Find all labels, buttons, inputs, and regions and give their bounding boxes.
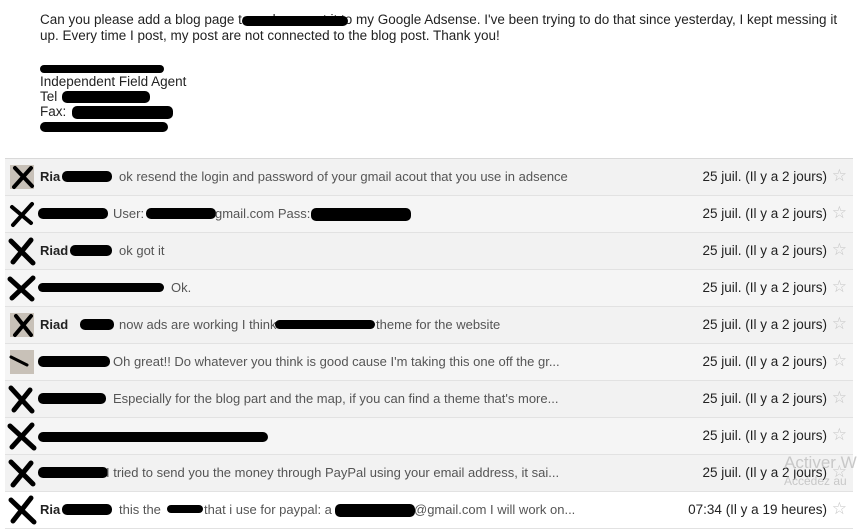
redaction: [242, 16, 348, 26]
message-snippet-2: theme for the website: [376, 317, 501, 332]
thread-row[interactable]: Ok. 25 juil. (Il y a 2 jours) ☆: [5, 270, 853, 307]
email-body: Can you please add a blog page to and co…: [40, 12, 840, 134]
avatar: [8, 459, 36, 488]
redaction: [70, 245, 112, 256]
star-icon[interactable]: ☆: [832, 241, 847, 258]
redaction: [38, 467, 108, 478]
conversation-thread: Ria ok resend the login and password of …: [5, 158, 853, 529]
message-date: 25 juil. (Il y a 2 jours): [702, 391, 827, 406]
redaction: [38, 283, 164, 292]
watermark-line-1: Activer W: [784, 453, 857, 472]
message-snippet-2: that i use for paypal: a: [204, 502, 332, 517]
message-snippet: I tried to send you the money through Pa…: [106, 465, 560, 480]
windows-activation-watermark: Activer W Accédez au: [784, 454, 857, 490]
redaction: [275, 320, 375, 329]
message-snippet: ok got it: [119, 243, 165, 258]
message-date: 07:34 (Il y a 19 heures): [688, 502, 827, 517]
avatar: [7, 275, 36, 302]
thread-row[interactable]: Especially for the blog part and the map…: [5, 381, 853, 418]
redaction: [146, 208, 216, 219]
message-snippet: now ads are working I think: [119, 317, 277, 332]
redaction: [335, 504, 415, 517]
thread-row[interactable]: Ria ok resend the login and password of …: [5, 159, 853, 196]
message-snippet: Especially for the blog part and the map…: [113, 391, 559, 406]
message-snippet: User:: [113, 206, 145, 221]
redaction: [38, 432, 268, 442]
star-icon[interactable]: ☆: [832, 278, 847, 295]
avatar: [10, 165, 34, 189]
signature-email-line: [40, 119, 840, 134]
avatar: [10, 313, 34, 337]
avatar: [8, 495, 37, 525]
star-icon[interactable]: ☆: [832, 167, 847, 184]
signature-name-line: [40, 59, 840, 74]
thread-row[interactable]: Oh great!! Do whatever you think is good…: [5, 344, 853, 381]
star-icon[interactable]: ☆: [832, 426, 847, 443]
scribble-x-icon: [8, 385, 35, 414]
message-snippet-3: @gmail.com I will work on...: [414, 502, 576, 517]
redaction: [38, 208, 108, 219]
redaction: [62, 91, 151, 104]
star-icon[interactable]: ☆: [832, 352, 847, 369]
scribble-x-icon: [9, 355, 29, 367]
scribble-x-icon: [7, 422, 37, 451]
message-snippet: Oh great!! Do whatever you think is good…: [113, 354, 560, 369]
sender-name: Riad: [40, 243, 69, 258]
scribble-x-icon: [7, 275, 36, 302]
message-date: 25 juil. (Il y a 2 jours): [702, 317, 827, 332]
sender-name: Riad: [40, 317, 69, 332]
message-date: 25 juil. (Il y a 2 jours): [702, 354, 827, 369]
message-date: 25 juil. (Il y a 2 jours): [702, 169, 827, 184]
redaction: [62, 171, 112, 182]
thread-row[interactable]: Riad ok got it 25 juil. (Il y a 2 jours)…: [5, 233, 853, 270]
thread-row[interactable]: Ria this the that i use for paypal: a @g…: [5, 492, 853, 529]
avatar: [7, 422, 37, 451]
star-icon[interactable]: ☆: [832, 389, 847, 406]
redaction: [167, 505, 203, 513]
sender-name: Ria: [40, 502, 61, 517]
redaction: [80, 319, 114, 330]
star-icon[interactable]: ☆: [832, 500, 847, 517]
scribble-x-icon: [10, 202, 34, 227]
redaction: [40, 64, 164, 73]
avatar: [8, 385, 35, 414]
sender-name: Ria: [40, 169, 61, 184]
message-snippet: this the: [119, 502, 161, 517]
redaction: [311, 208, 411, 221]
message-snippet: Ok.: [171, 280, 192, 295]
fax-label: Fax:: [40, 104, 67, 119]
signature-tel-line: Tel: [40, 89, 840, 104]
message-snippet: ok resend the login and password of your…: [119, 169, 568, 184]
avatar: [8, 237, 36, 266]
star-icon[interactable]: ☆: [832, 315, 847, 332]
message-date: 25 juil. (Il y a 2 jours): [702, 206, 827, 221]
scribble-x-icon: [8, 237, 36, 266]
redaction: [38, 393, 106, 404]
message-date: 25 juil. (Il y a 2 jours): [702, 243, 827, 258]
message-date: 25 juil. (Il y a 2 jours): [702, 280, 827, 295]
thread-row[interactable]: User: gmail.com Pass: 25 juil. (Il y a 2…: [5, 196, 853, 233]
email-signature: Independent Field Agent Tel Fax:: [40, 59, 840, 134]
redaction: [62, 504, 112, 515]
signature-title: Independent Field Agent: [40, 74, 187, 89]
signature-fax-line: Fax:: [40, 104, 840, 119]
tel-label: Tel: [40, 89, 58, 104]
thread-row[interactable]: 25 juil. (Il y a 2 jours) ☆: [5, 418, 853, 455]
avatar: [9, 350, 34, 374]
scribble-x-icon: [13, 314, 33, 337]
star-icon[interactable]: ☆: [832, 204, 847, 221]
scribble-x-icon: [8, 459, 36, 488]
scribble-x-icon: [12, 166, 34, 189]
thread-row[interactable]: Riad now ads are working I think theme f…: [5, 307, 853, 344]
email-message-text: Can you please add a blog page to and co…: [40, 12, 838, 43]
redaction: [38, 356, 110, 367]
avatar: [10, 202, 34, 227]
thread-row[interactable]: I tried to send you the money through Pa…: [5, 455, 853, 492]
redaction: [72, 105, 174, 119]
message-snippet-2: gmail.com Pass:: [215, 206, 311, 221]
message-date: 25 juil. (Il y a 2 jours): [702, 428, 827, 443]
scribble-x-icon: [8, 495, 37, 525]
watermark-line-2: Accédez au: [784, 474, 847, 488]
redaction: [40, 122, 168, 133]
